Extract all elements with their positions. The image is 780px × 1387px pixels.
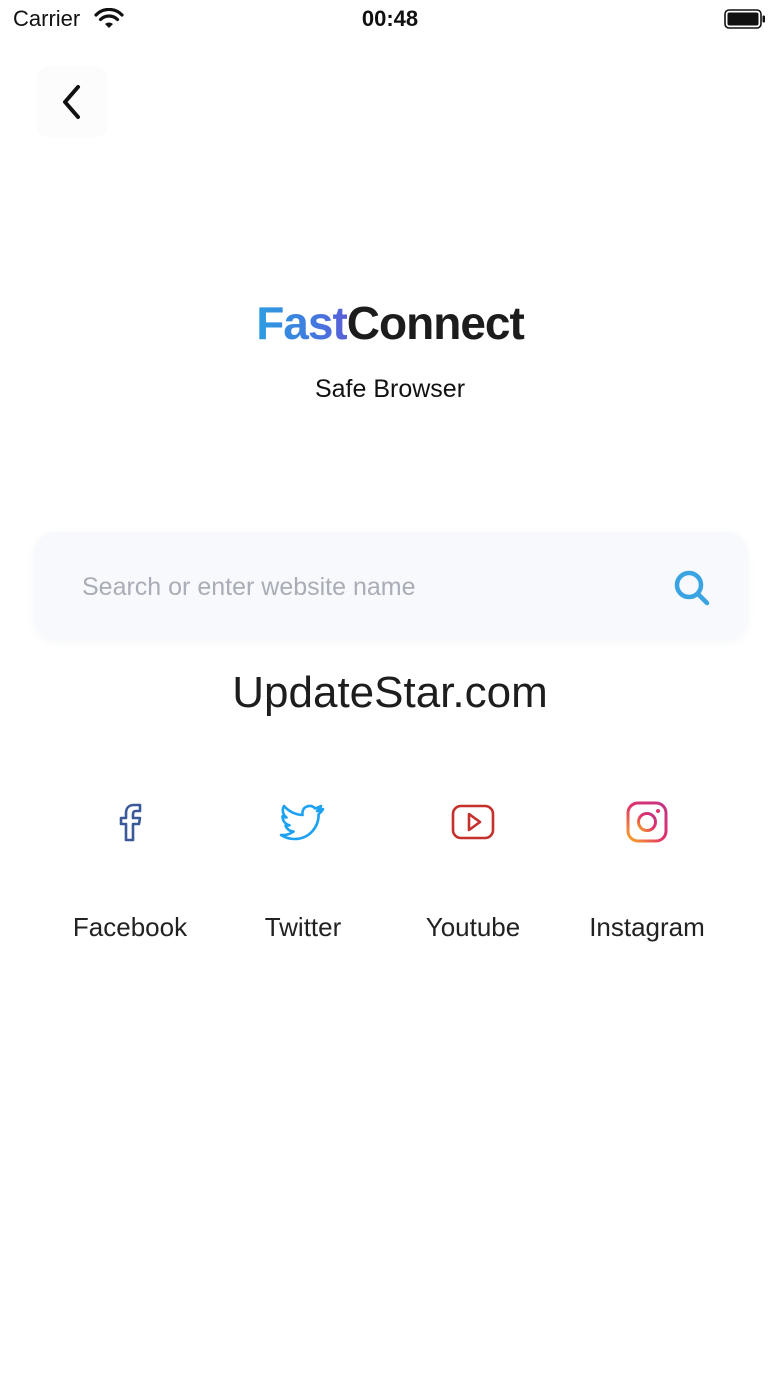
shortcut-youtube[interactable]: Youtube — [383, 790, 563, 960]
twitter-icon — [279, 804, 325, 841]
brand-name-connect: Connect — [346, 297, 525, 349]
battery-icon — [724, 9, 765, 29]
facebook-icon — [119, 803, 142, 842]
shortcut-twitter[interactable]: Twitter — [213, 790, 393, 960]
search-icon[interactable] — [672, 568, 712, 608]
instagram-icon — [626, 801, 668, 843]
shortcut-label: Facebook — [72, 912, 188, 942]
chevron-left-icon — [63, 85, 80, 119]
shortcut-label: Youtube — [425, 912, 521, 942]
shortcut-label: Instagram — [589, 912, 705, 942]
site-title: UpdateStar.com — [232, 668, 548, 717]
social-shortcuts: Facebook Twitter Youtube Instagram — [40, 790, 740, 960]
search-bar — [34, 532, 748, 640]
brand-name-fast: Fast — [256, 297, 348, 349]
search-input[interactable] — [80, 562, 644, 612]
status-time: 00:48 — [361, 6, 419, 31]
brand-logo: FastConnect — [0, 296, 780, 350]
back-button[interactable] — [36, 66, 108, 138]
shortcut-label: Twitter — [264, 912, 342, 942]
youtube-icon — [451, 804, 495, 840]
brand-tagline: Safe Browser — [314, 375, 466, 403]
status-bar: Carrier 00:48 — [0, 0, 780, 40]
shortcut-instagram[interactable]: Instagram — [557, 790, 737, 960]
shortcut-facebook[interactable]: Facebook — [40, 790, 220, 960]
